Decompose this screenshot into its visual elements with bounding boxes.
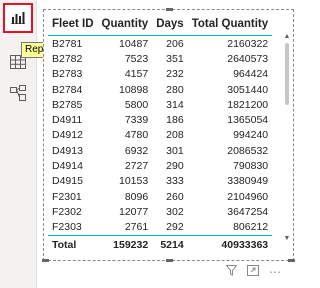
- total-quantity: 159232: [97, 234, 153, 255]
- visual-header-actions: ⋯: [225, 265, 281, 278]
- table-header-row: Fleet ID Quantity Days Total Quantity: [48, 13, 273, 36]
- model-view-button[interactable]: [3, 78, 33, 108]
- fleet-id-cell: F2303: [52, 221, 82, 234]
- days-cell: 232: [166, 68, 184, 81]
- quantity-cell: 7523: [124, 52, 149, 65]
- quantity-cell: 2761: [124, 221, 149, 234]
- table-row[interactable]: D4912 4780 208 994240: [48, 128, 272, 143]
- resize-handle-bottom[interactable]: [166, 259, 173, 262]
- fleet-id-cell: F2302: [52, 205, 82, 218]
- total-quantity-cell: 1821200: [227, 98, 269, 111]
- table-row[interactable]: B2785 5800 314 1821200: [48, 97, 272, 112]
- table-scrollbar[interactable]: ▲ ▼: [283, 33, 291, 243]
- table-row[interactable]: D4914 2727 290 790830: [48, 158, 272, 173]
- total-quantity-cell: 3051440: [227, 83, 269, 96]
- quantity-cell: 12077: [118, 205, 149, 218]
- fleet-id-cell: F2301: [52, 190, 82, 203]
- bar-chart-icon: [11, 12, 25, 24]
- table-row[interactable]: D4913 6932 301 2086532: [48, 143, 272, 158]
- total-total-quantity: 40933363: [187, 234, 273, 255]
- fleet-id-cell: B2784: [52, 83, 83, 96]
- column-header-fleet-id[interactable]: Fleet ID: [48, 13, 98, 36]
- resize-handle-corner-bl[interactable]: [42, 259, 49, 262]
- table-row[interactable]: D4911 7339 186 1365054: [48, 112, 272, 127]
- total-quantity-cell: 2086532: [227, 144, 269, 157]
- quantity-cell: 6932: [124, 144, 149, 157]
- quantity-cell: 5800: [124, 98, 149, 111]
- total-quantity-cell: 3647254: [227, 205, 269, 218]
- focus-mode-icon[interactable]: [247, 265, 259, 278]
- resize-handle-corner-br[interactable]: [288, 259, 295, 262]
- days-cell: 301: [166, 144, 184, 157]
- fleet-id-cell: B2785: [52, 98, 83, 111]
- total-days: 5214: [152, 234, 188, 255]
- resize-handle-top[interactable]: [166, 8, 173, 11]
- days-cell: 208: [166, 129, 184, 142]
- scroll-down-arrow-icon[interactable]: ▼: [283, 235, 291, 243]
- fleet-id-cell: D4911: [52, 114, 83, 127]
- days-cell: 314: [166, 98, 184, 111]
- total-quantity-cell: 964424: [233, 68, 269, 81]
- table-row[interactable]: F2303 2761 292 806212: [48, 220, 272, 236]
- quantity-cell: 4157: [124, 68, 149, 81]
- fleet-table: Fleet ID Quantity Days Total Quantity B2…: [48, 13, 273, 255]
- table-row[interactable]: B2783 4157 232 964424: [48, 67, 272, 82]
- total-quantity-cell: 806212: [233, 221, 269, 234]
- model-icon: [10, 85, 26, 101]
- column-header-quantity[interactable]: Quantity: [97, 13, 153, 36]
- total-quantity-cell: 3380949: [227, 175, 269, 188]
- days-cell: 280: [166, 83, 184, 96]
- fleet-id-cell: B2782: [52, 52, 83, 65]
- table-row[interactable]: F2301 8096 260 2104960: [48, 189, 272, 204]
- scroll-up-arrow-icon[interactable]: ▲: [283, 33, 291, 41]
- quantity-cell: 10153: [118, 175, 149, 188]
- days-cell: 206: [166, 37, 184, 50]
- total-quantity-cell: 2104960: [227, 190, 269, 203]
- fleet-id-cell: D4915: [52, 175, 83, 188]
- fleet-id-cell: D4913: [52, 144, 83, 157]
- quantity-cell: 8096: [124, 190, 149, 203]
- days-cell: 260: [166, 190, 184, 203]
- quantity-cell: 4780: [124, 129, 149, 142]
- total-quantity-cell: 994240: [233, 129, 269, 142]
- report-view-button[interactable]: [3, 3, 33, 33]
- table-row[interactable]: B2782 7523 351 2640573: [48, 51, 272, 66]
- filter-icon[interactable]: [225, 265, 238, 278]
- days-cell: 186: [166, 114, 184, 127]
- total-quantity-cell: 1365054: [227, 114, 269, 127]
- more-options-icon[interactable]: ⋯: [269, 266, 281, 278]
- days-cell: 292: [166, 221, 184, 234]
- fleet-id-cell: D4912: [52, 129, 83, 142]
- days-cell: 351: [166, 52, 184, 65]
- column-header-total-quantity[interactable]: Total Quantity: [187, 13, 273, 36]
- days-cell: 302: [166, 205, 184, 218]
- quantity-cell: 10487: [118, 37, 149, 50]
- total-quantity-cell: 2160322: [227, 37, 269, 50]
- quantity-cell: 2727: [124, 160, 149, 173]
- days-cell: 290: [166, 160, 184, 173]
- quantity-cell: 7339: [124, 114, 149, 127]
- total-row: Total 159232 5214 40933363: [48, 234, 273, 255]
- quantity-cell: 10898: [118, 83, 149, 96]
- table-visual[interactable]: Fleet ID Quantity Days Total Quantity B2…: [42, 8, 295, 262]
- days-cell: 333: [166, 175, 184, 188]
- table-row[interactable]: D4915 10153 333 3380949: [48, 174, 272, 189]
- table-row[interactable]: B2781 10487 206 2160322: [48, 36, 272, 52]
- fleet-id-cell: B2781: [52, 37, 83, 50]
- fleet-id-cell: D4914: [52, 160, 83, 173]
- scroll-thumb[interactable]: [285, 43, 289, 105]
- column-header-days[interactable]: Days: [152, 13, 188, 36]
- table-row[interactable]: B2784 10898 280 3051440: [48, 82, 272, 97]
- total-quantity-cell: 2640573: [227, 52, 269, 65]
- fleet-id-cell: B2783: [52, 68, 83, 81]
- total-quantity-cell: 790830: [233, 160, 269, 173]
- table-row[interactable]: F2302 12077 302 3647254: [48, 204, 272, 219]
- total-label: Total: [48, 234, 98, 255]
